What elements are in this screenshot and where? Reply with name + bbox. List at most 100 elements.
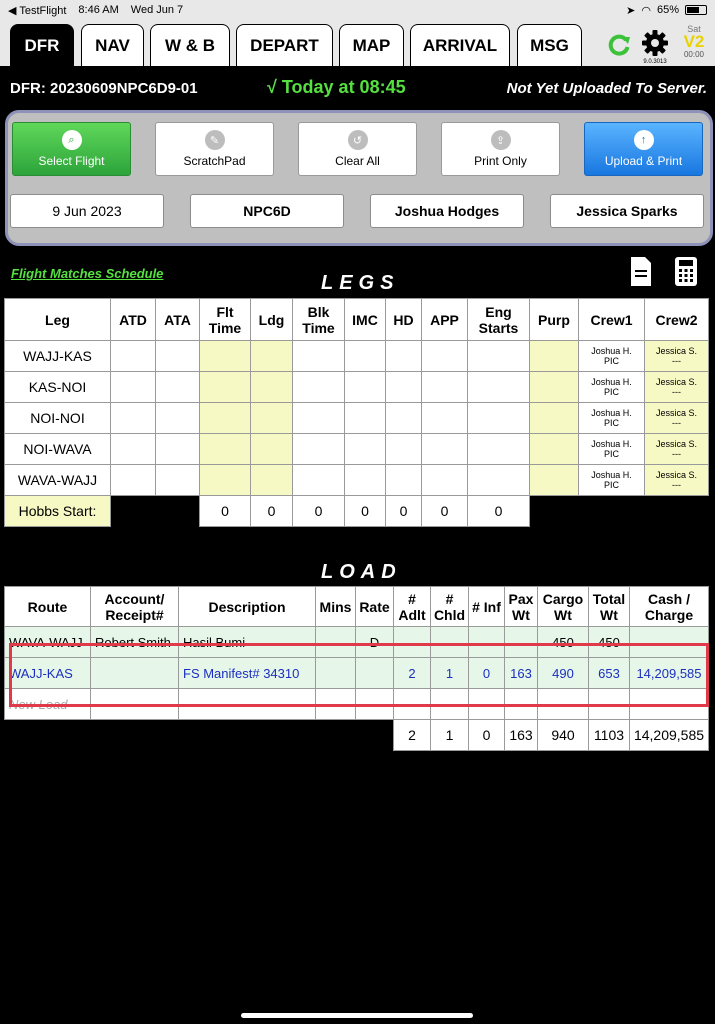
atd-cell[interactable] [110,464,156,496]
crew2-cell[interactable]: Jessica S. --- [644,464,709,496]
leg-row[interactable]: NOI-WAVA Joshua H. PIC Jessica S. --- [4,433,709,465]
leg-row[interactable]: NOI-NOI Joshua H. PIC Jessica S. --- [4,402,709,434]
blk-time-cell[interactable] [292,464,345,496]
home-indicator[interactable] [241,1013,473,1018]
ata-cell[interactable] [155,433,200,465]
crew2-cell[interactable]: Jessica S. --- [644,433,709,465]
hd-cell[interactable] [385,433,422,465]
flt-time-cell[interactable] [199,402,251,434]
col-description: Description [178,586,316,627]
crew1-cell[interactable]: Joshua H. PIC [578,464,645,496]
eng-starts-cell[interactable] [467,433,530,465]
purp-cell[interactable] [529,402,579,434]
leg-cell[interactable]: NOI-WAVA [4,433,111,465]
atd-cell[interactable] [110,402,156,434]
aircraft-field[interactable]: NPC6D [190,194,344,228]
crew1-cell[interactable]: Joshua H. PIC [578,402,645,434]
crew2-cell[interactable]: Jessica S. --- [644,340,709,372]
imc-cell[interactable] [344,402,386,434]
hd-cell[interactable] [385,371,422,403]
ldg-cell[interactable] [250,340,293,372]
crew2-cell[interactable]: Jessica S. --- [644,402,709,434]
flt-time-cell[interactable] [199,464,251,496]
flt-time-cell[interactable] [199,340,251,372]
flt-time-cell[interactable] [199,371,251,403]
imc-cell[interactable] [344,433,386,465]
app-cell[interactable] [421,402,468,434]
ldg-cell[interactable] [250,402,293,434]
clear-all-button[interactable]: ↺ Clear All [298,122,417,176]
app-cell[interactable] [421,433,468,465]
ata-cell[interactable] [155,464,200,496]
ata-cell[interactable] [155,371,200,403]
atd-cell[interactable] [110,433,156,465]
crew1-cell[interactable]: Joshua H. PIC [578,371,645,403]
scratchpad-button[interactable]: ✎ ScratchPad [155,122,274,176]
blk-time-cell[interactable] [292,433,345,465]
col-purp: Purp [529,298,579,341]
hd-cell[interactable] [385,340,422,372]
tab-msg[interactable]: MSG [517,24,582,66]
app-cell[interactable] [421,371,468,403]
tab-map[interactable]: MAP [339,24,404,66]
hd-cell[interactable] [385,402,422,434]
col-mins: Mins [315,586,356,627]
imc-cell[interactable] [344,371,386,403]
purp-cell[interactable] [529,340,579,372]
col-hd: HD [385,298,422,341]
ldg-cell[interactable] [250,371,293,403]
purp-cell[interactable] [529,464,579,496]
ata-cell[interactable] [155,340,200,372]
atd-cell[interactable] [110,371,156,403]
leg-row[interactable]: WAVA-WAJJ Joshua H. PIC Jessica S. --- [4,464,709,496]
imc-cell[interactable] [344,340,386,372]
flight-matches-schedule-link[interactable]: Flight Matches Schedule [11,266,163,281]
blk-time-cell[interactable] [292,402,345,434]
tab-dfr[interactable]: DFR [10,24,74,66]
calculator-icon[interactable] [674,256,698,287]
imc-cell[interactable] [344,464,386,496]
leg-row[interactable]: WAJJ-KAS Joshua H. PIC Jessica S. --- [4,340,709,372]
crew2-cell[interactable]: Jessica S. --- [644,371,709,403]
leg-row[interactable]: KAS-NOI Joshua H. PIC Jessica S. --- [4,371,709,403]
load-total-cargo: 940 [537,719,589,751]
eng-starts-cell[interactable] [467,371,530,403]
ldg-cell[interactable] [250,464,293,496]
crew1-cell[interactable]: Joshua H. PIC [578,340,645,372]
leg-cell[interactable]: KAS-NOI [4,371,111,403]
leg-cell[interactable]: WAVA-WAJJ [4,464,111,496]
leg-cell[interactable]: WAJJ-KAS [4,340,111,372]
ata-cell[interactable] [155,402,200,434]
clear-all-label: Clear All [335,154,380,168]
blk-time-cell[interactable] [292,371,345,403]
eng-starts-cell[interactable] [467,402,530,434]
gear-icon[interactable] [640,28,670,58]
print-only-button[interactable]: ⇪ Print Only [441,122,560,176]
date-field[interactable]: 9 Jun 2023 [10,194,164,228]
tab-nav[interactable]: NAV [81,24,144,66]
tab-depart[interactable]: DEPART [236,24,333,66]
eng-starts-cell[interactable] [467,340,530,372]
eng-starts-cell[interactable] [467,464,530,496]
ldg-cell[interactable] [250,433,293,465]
hd-cell[interactable] [385,464,422,496]
blk-time-cell[interactable] [292,340,345,372]
purp-cell[interactable] [529,371,579,403]
app-cell[interactable] [421,340,468,372]
leg-cell[interactable]: NOI-NOI [4,402,111,434]
select-flight-button[interactable]: ⌕ Select Flight [12,122,131,176]
refresh-icon[interactable] [606,32,632,58]
flt-time-cell[interactable] [199,433,251,465]
crew1-cell[interactable]: Joshua H. PIC [578,433,645,465]
tab-wb[interactable]: W & B [150,24,230,66]
crew2-field[interactable]: Jessica Sparks [550,194,704,228]
col-crew1: Crew1 [578,298,645,341]
crew1-field[interactable]: Joshua Hodges [370,194,524,228]
tab-arrival[interactable]: ARRIVAL [410,24,510,66]
purp-cell[interactable] [529,433,579,465]
document-icon[interactable] [629,256,653,287]
upload-print-button[interactable]: ↑ Upload & Print [584,122,703,176]
atd-cell[interactable] [110,340,156,372]
app-cell[interactable] [421,464,468,496]
back-to-app[interactable]: ◀ TestFlight [8,4,66,17]
